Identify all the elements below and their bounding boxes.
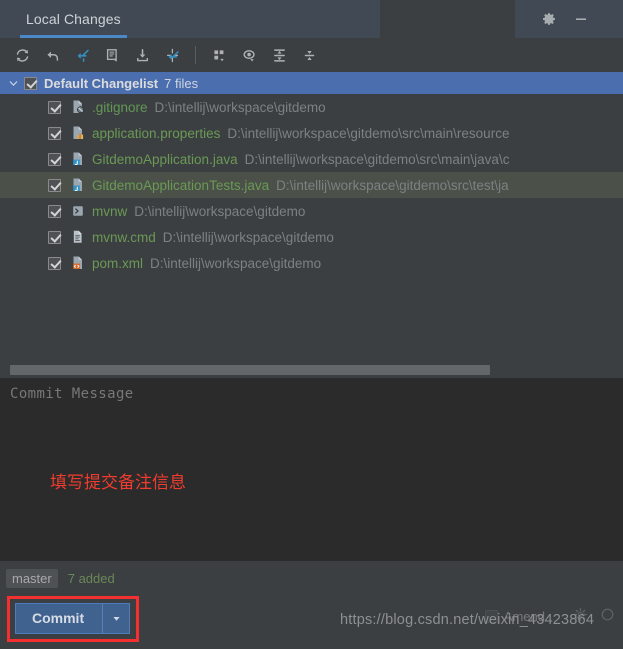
show-diff-button[interactable] xyxy=(98,41,126,69)
file-path: D:\intellij\workspace\gitdemo xyxy=(162,229,334,245)
gear-icon[interactable] xyxy=(541,11,557,27)
tree-horizontal-scrollbar[interactable] xyxy=(0,362,623,378)
bottom-right-actions xyxy=(573,607,615,627)
table-row[interactable]: application.properties D:\intellij\works… xyxy=(0,120,623,146)
changelist-name: Default Changelist xyxy=(44,75,159,91)
file-name: mvnw xyxy=(92,203,128,219)
amend-option[interactable]: Amend xyxy=(484,609,545,624)
expand-all-icon xyxy=(273,48,285,62)
gitignore-file-icon xyxy=(70,99,86,115)
file-checkbox[interactable] xyxy=(48,256,61,270)
table-row[interactable]: .gitignore D:\intellij\workspace\gitdemo xyxy=(0,94,623,120)
file-checkbox[interactable] xyxy=(48,126,61,140)
commit-dropdown-button[interactable] xyxy=(102,603,131,634)
diff-icon xyxy=(106,48,117,62)
commit-message-area[interactable]: Commit Message 填写提交备注信息 xyxy=(0,378,623,561)
shelve-button[interactable] xyxy=(68,41,96,69)
commit-button-highlight: Commit xyxy=(7,596,140,642)
tab-strip: Local Changes xyxy=(0,0,380,38)
commit-message-placeholder: Commit Message xyxy=(10,386,134,402)
changelist-row[interactable]: Default Changelist 7 files xyxy=(0,72,623,94)
commit-button[interactable]: Commit xyxy=(15,603,103,634)
changelist-file-count: 7 files xyxy=(164,75,199,91)
file-checkbox[interactable] xyxy=(48,204,61,218)
update-project-icon xyxy=(136,48,148,61)
help-circle-icon[interactable] xyxy=(600,607,615,627)
update-button[interactable] xyxy=(128,41,156,69)
changes-toolbar xyxy=(0,38,623,72)
added-count-label: 7 added xyxy=(67,570,115,586)
amend-checkbox[interactable] xyxy=(484,610,498,623)
file-name: application.properties xyxy=(92,125,221,141)
chevron-down-icon xyxy=(113,617,120,621)
collapse-all-icon xyxy=(304,50,314,60)
rollback-icon xyxy=(47,51,58,61)
table-row[interactable]: mvnw.cmd D:\intellij\workspace\gitdemo xyxy=(0,224,623,250)
preview-diff-button[interactable] xyxy=(235,41,263,69)
branch-badge[interactable]: master xyxy=(6,568,58,588)
file-path: D:\intellij\workspace\gitdemo xyxy=(134,203,306,219)
file-checkbox[interactable] xyxy=(48,152,61,166)
file-path: D:\intellij\workspace\gitdemo\src\test\j… xyxy=(276,177,509,193)
amend-label: Amend xyxy=(503,609,545,624)
commit-bottom-bar: master 7 added Commit Amend xyxy=(0,561,623,649)
commit-button-label: Commit xyxy=(32,610,85,626)
local-changes-tool-window: Local Changes Default Changelist 7 files… xyxy=(0,0,623,649)
file-name: mvnw.cmd xyxy=(92,229,156,245)
file-checkbox[interactable] xyxy=(48,230,61,244)
file-path: D:\intellij\workspace\gitdemo xyxy=(154,99,326,115)
gear-icon[interactable] xyxy=(573,607,588,627)
move-to-changelist-button[interactable] xyxy=(158,41,186,69)
java-file-icon xyxy=(70,151,86,167)
group-by-button[interactable] xyxy=(205,41,233,69)
properties-file-icon xyxy=(70,125,86,141)
move-to-changelist-icon xyxy=(166,48,179,62)
title-bar-actions xyxy=(515,0,623,38)
title-bar-spacer xyxy=(380,0,515,38)
table-row[interactable]: mvnw D:\intellij\workspace\gitdemo xyxy=(0,198,623,224)
changelist-checkbox[interactable] xyxy=(24,76,37,90)
file-name: pom.xml xyxy=(92,255,144,271)
cmd-file-icon xyxy=(70,229,86,245)
file-path: D:\intellij\workspace\gitdemo\src\main\r… xyxy=(227,125,510,141)
refresh-icon xyxy=(16,48,28,62)
file-name: GitdemoApplicationTests.java xyxy=(92,177,270,193)
file-path: D:\intellij\workspace\gitdemo\src\main\j… xyxy=(244,151,510,167)
table-row[interactable]: pom.xml D:\intellij\workspace\gitdemo xyxy=(0,250,623,276)
status-line: master 7 added xyxy=(0,561,623,589)
annotation-text: 填写提交备注信息 xyxy=(50,473,186,493)
shelve-silently-icon xyxy=(77,49,89,62)
expand-all-button[interactable] xyxy=(265,41,293,69)
chevron-down-icon[interactable] xyxy=(6,76,20,90)
tab-local-changes-label: Local Changes xyxy=(26,11,121,27)
tree-scrollbar-thumb[interactable] xyxy=(10,365,490,375)
file-checkbox[interactable] xyxy=(48,100,61,114)
toolbar-separator xyxy=(195,46,196,64)
file-path: D:\intellij\workspace\gitdemo xyxy=(150,255,322,271)
xml-file-icon xyxy=(70,255,86,271)
group-by-icon xyxy=(213,49,224,61)
rollback-button[interactable] xyxy=(38,41,66,69)
tab-local-changes[interactable]: Local Changes xyxy=(0,0,143,38)
shell-script-file-icon xyxy=(70,203,86,219)
table-row[interactable]: GitdemoApplication.java D:\intellij\work… xyxy=(0,146,623,172)
title-bar: Local Changes xyxy=(0,0,623,38)
changes-tree[interactable]: Default Changelist 7 files .gitignore D:… xyxy=(0,72,623,378)
file-checkbox[interactable] xyxy=(48,178,61,192)
file-name: GitdemoApplication.java xyxy=(92,151,238,167)
collapse-all-button[interactable] xyxy=(295,41,323,69)
preview-diff-icon xyxy=(242,49,255,61)
java-test-file-icon xyxy=(70,177,86,193)
file-name: .gitignore xyxy=(92,99,148,115)
minimize-icon[interactable] xyxy=(573,11,589,27)
table-row[interactable]: GitdemoApplicationTests.java D:\intellij… xyxy=(0,172,623,198)
refresh-button[interactable] xyxy=(8,41,36,69)
